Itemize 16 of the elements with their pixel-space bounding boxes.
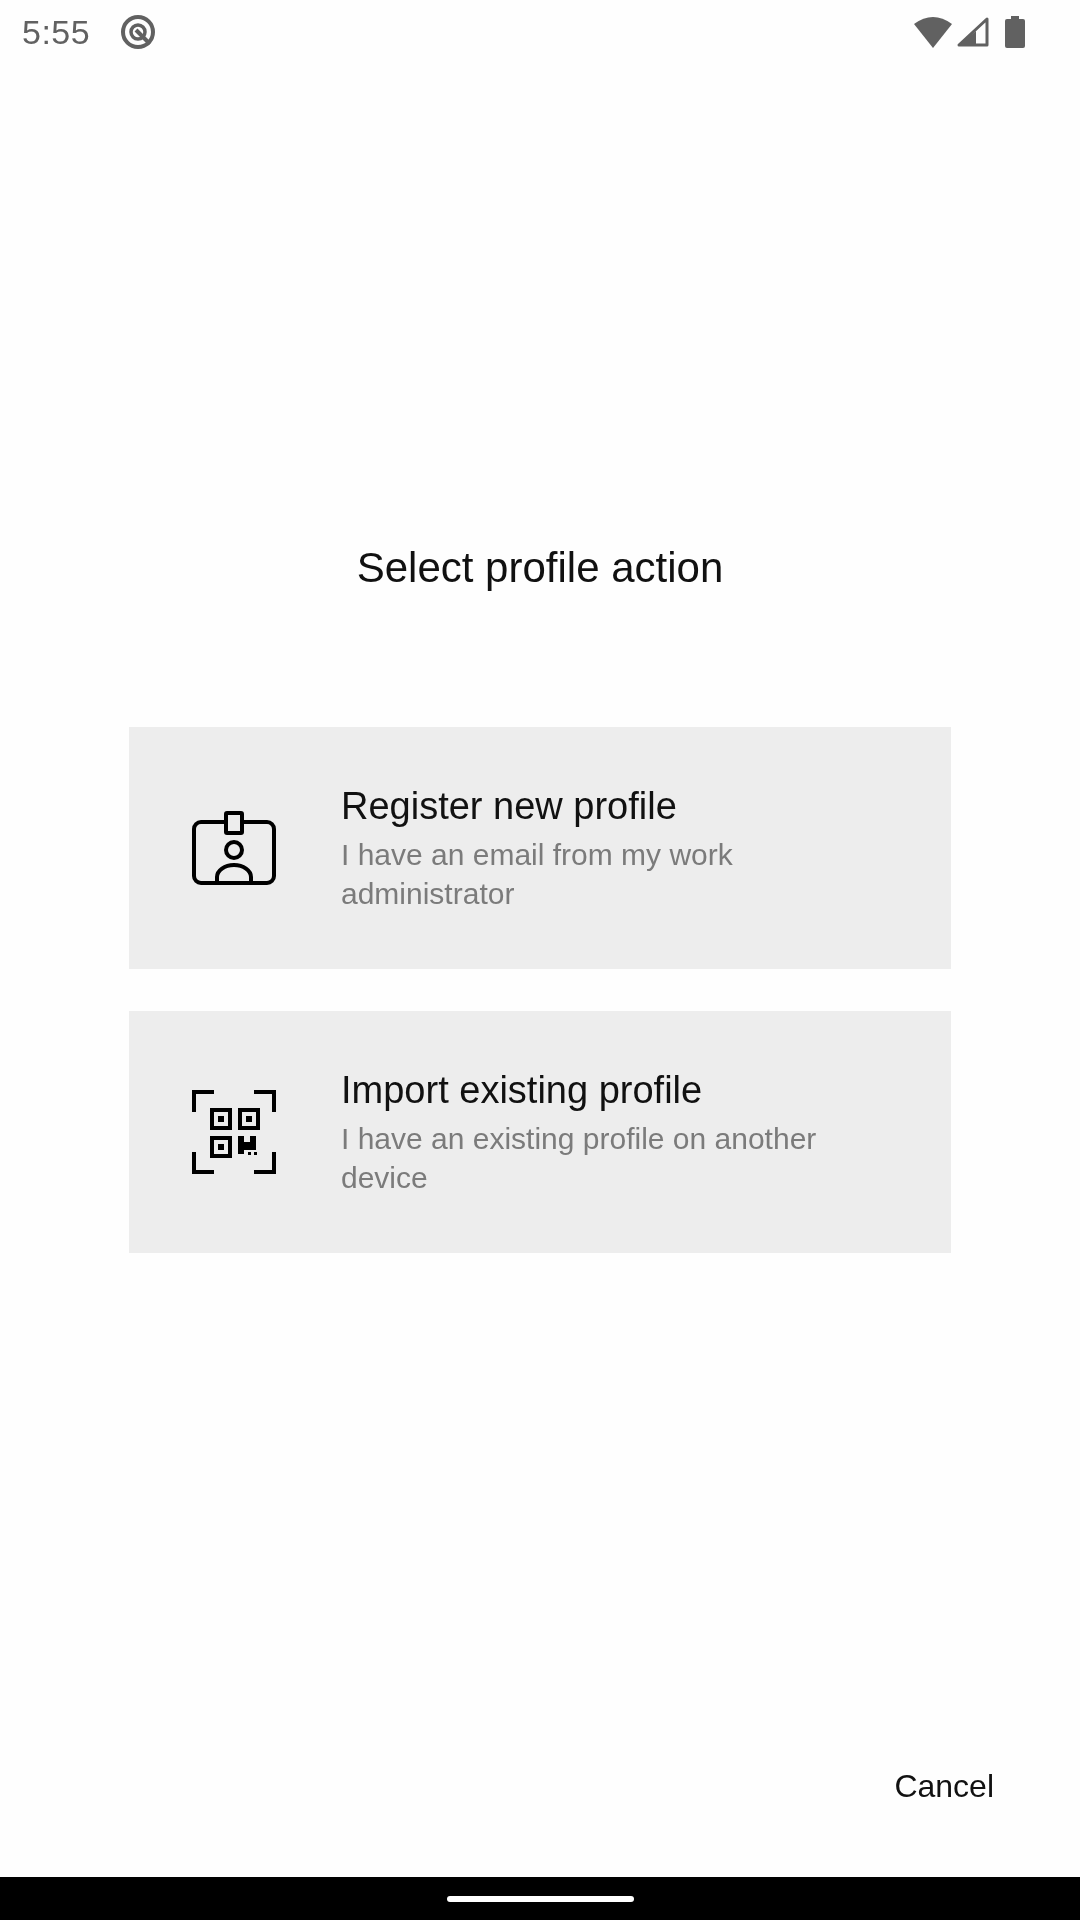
circle-slash-icon — [120, 14, 157, 50]
wifi-icon — [914, 16, 952, 48]
qr-code-icon — [192, 1090, 276, 1174]
option-title: Register new profile — [341, 784, 678, 829]
option-card[interactable]: Register new profile I have an email from my work administrator — [129, 727, 951, 969]
battery-icon — [1005, 16, 1025, 48]
cancel-button[interactable]: Cancel — [874, 1756, 1014, 1817]
home-handle[interactable] — [446, 1895, 634, 1902]
option-card[interactable]: Import existing profile I have an existing profile on another device — [129, 1011, 951, 1253]
option-title: Import existing profile — [341, 1068, 704, 1113]
option-description: I have an existing profile on another device — [341, 1121, 818, 1196]
id-badge-icon — [192, 811, 276, 885]
option-description: I have an email from my work administrator — [341, 837, 734, 912]
dialog-title: Select profile action — [356, 544, 724, 592]
status-time: 5:55 — [22, 12, 91, 52]
signal-icon — [956, 17, 989, 47]
